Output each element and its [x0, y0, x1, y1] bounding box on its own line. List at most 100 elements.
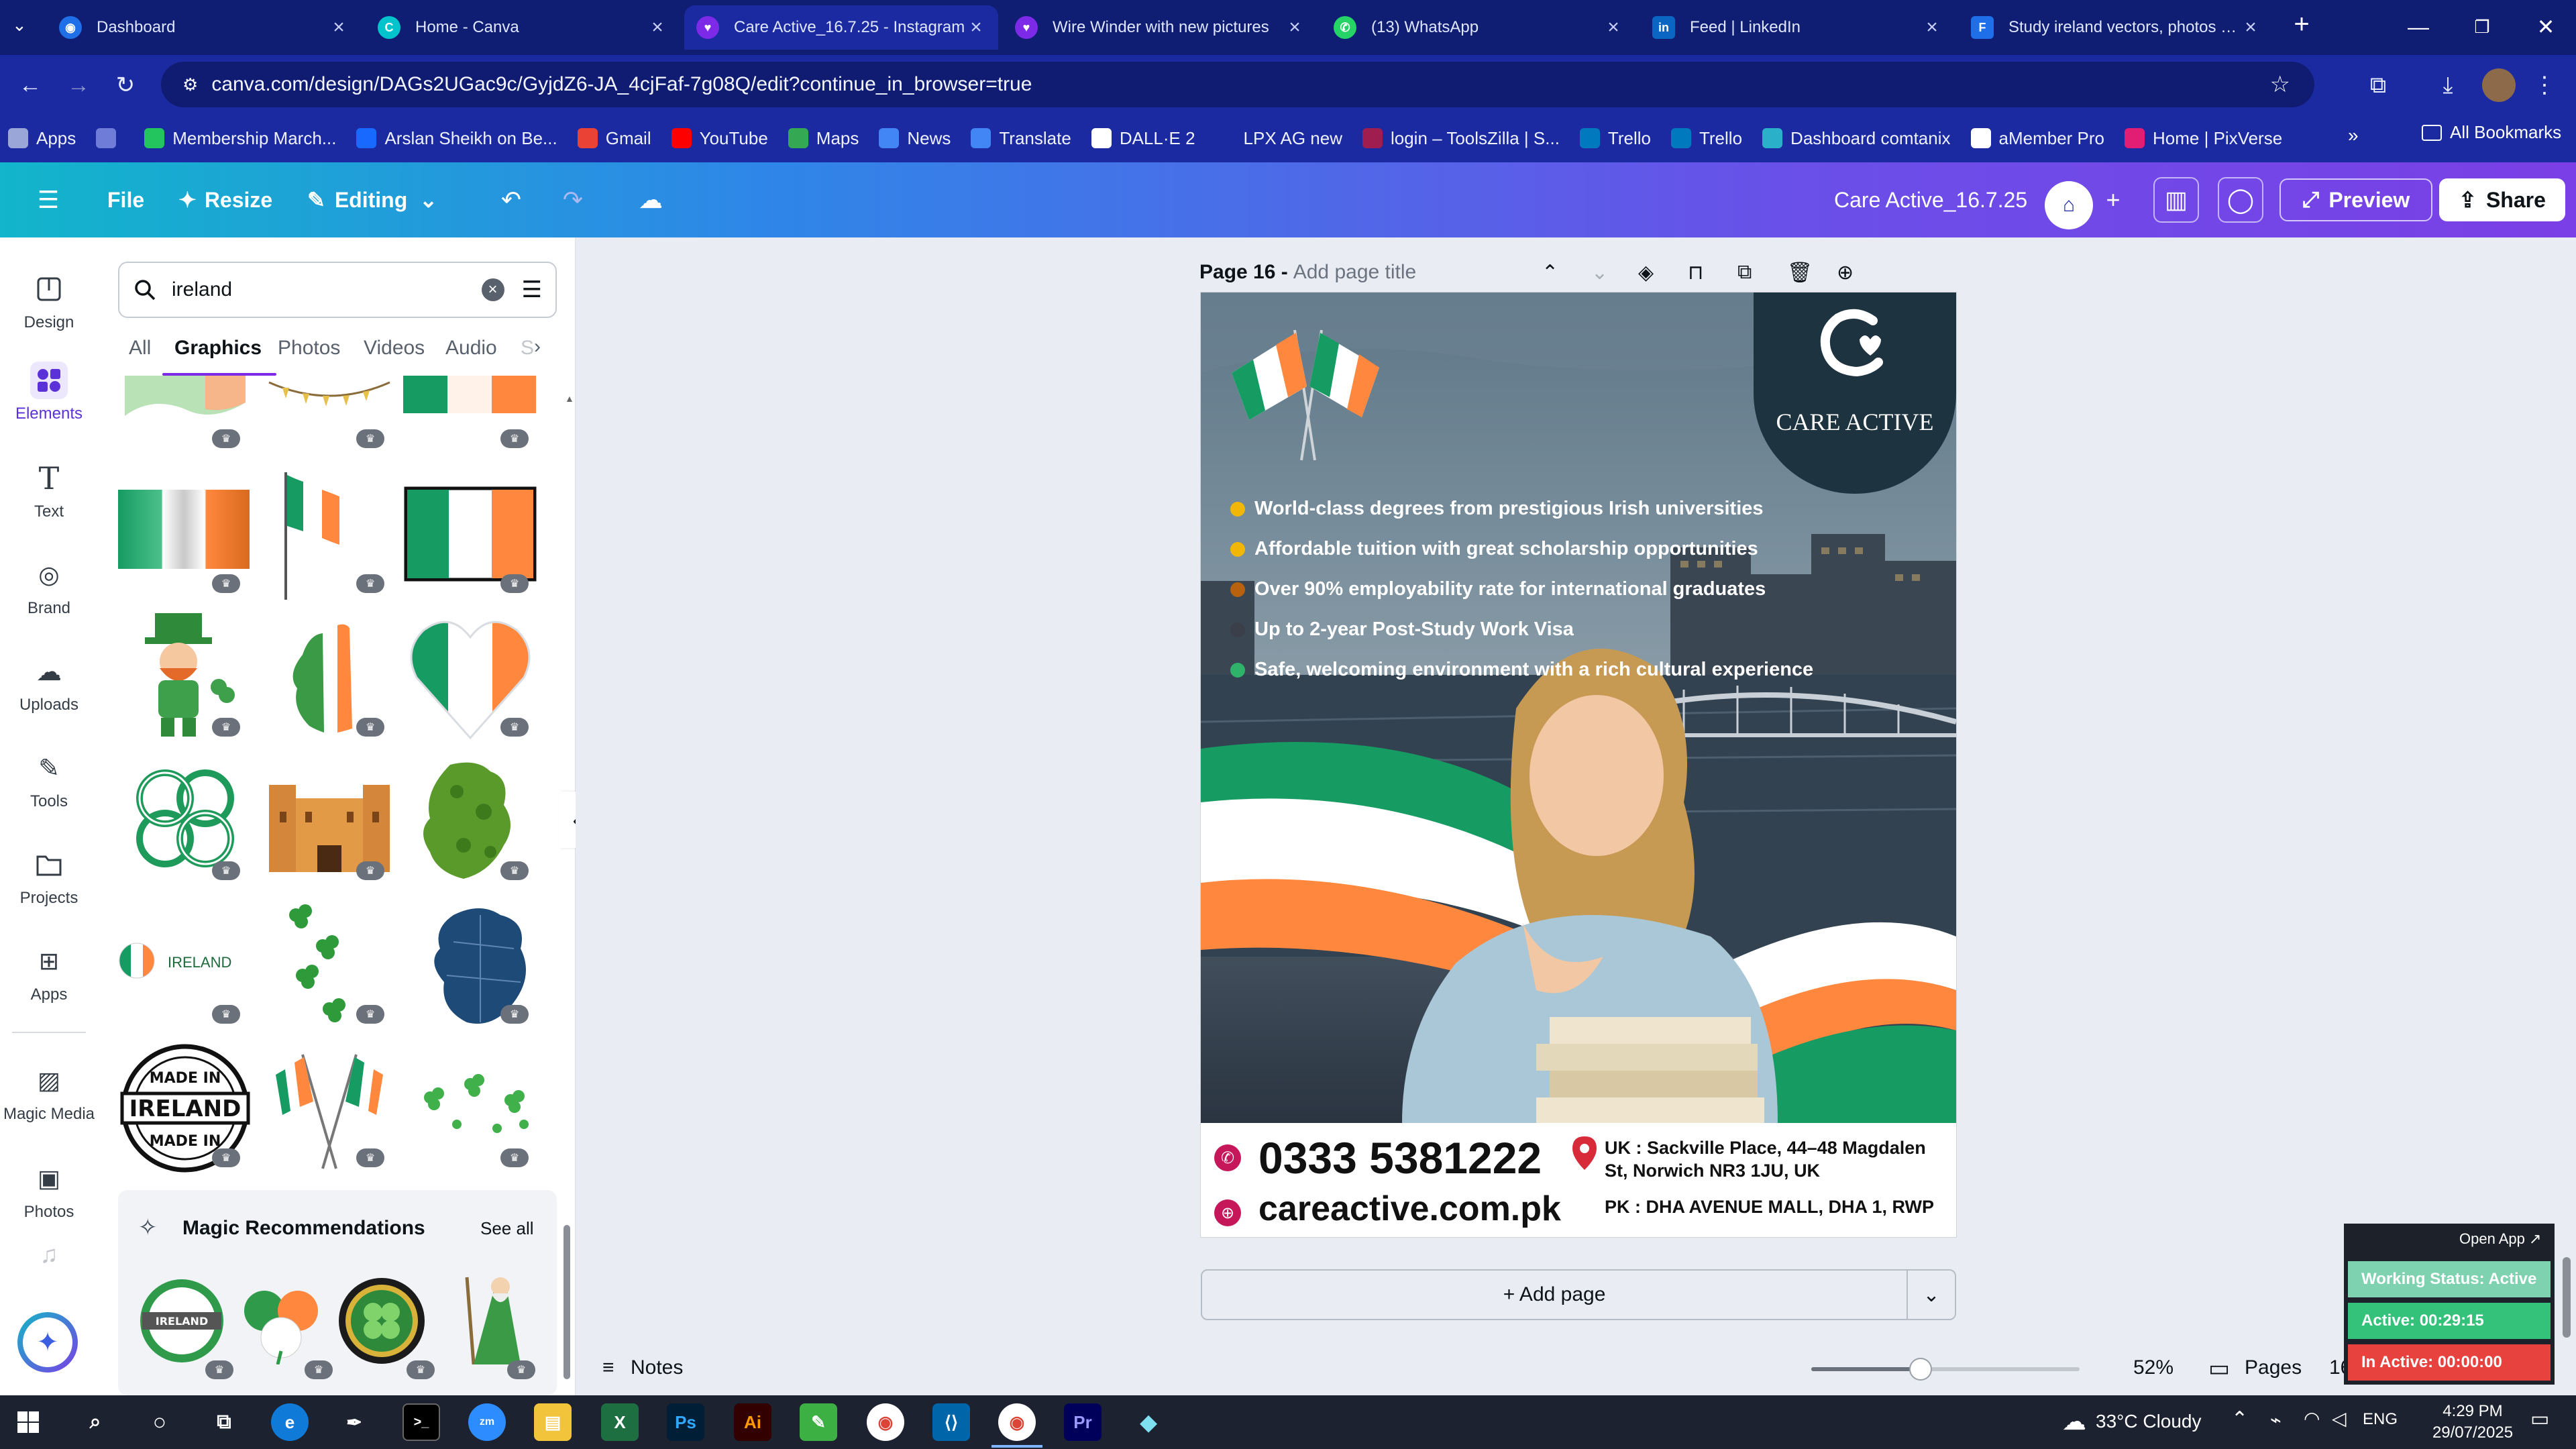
bookmark-item[interactable]: Apps	[8, 128, 76, 149]
pk-address[interactable]: PK : DHA AVENUE MALL, DHA 1, RWP	[1605, 1197, 1934, 1218]
bookmark-item[interactable]: DALL·E 2	[1091, 128, 1195, 149]
see-all-link[interactable]: See all	[480, 1218, 534, 1239]
vscode-icon[interactable]: ⟨⟩	[932, 1403, 970, 1441]
lock-page-icon[interactable]: ⊓	[1688, 261, 1703, 284]
close-window-icon[interactable]: ✕	[2516, 7, 2576, 47]
restore-icon[interactable]: ❐	[2452, 7, 2512, 47]
comment-icon[interactable]: ◯	[2218, 177, 2263, 223]
scroll-up-icon[interactable]: ▲	[565, 393, 574, 404]
bookmark-item[interactable]: Home | PixVerse	[2125, 128, 2282, 149]
bookmark-item[interactable]: Dashboard comtanix	[1762, 128, 1951, 149]
undo-icon[interactable]: ↶	[488, 177, 534, 223]
add-people-icon[interactable]: +	[2090, 177, 2136, 223]
photoshop-icon[interactable]: Ps	[667, 1403, 704, 1441]
close-tab-icon[interactable]: ×	[966, 16, 986, 39]
close-tab-icon[interactable]: ×	[329, 16, 349, 39]
notifications-icon[interactable]: ▭	[2530, 1407, 2549, 1431]
green-app-icon[interactable]: ✎	[800, 1403, 837, 1441]
windows-start-icon[interactable]	[9, 1403, 47, 1441]
tab-audio[interactable]: Audio	[445, 337, 497, 360]
add-page-options-chevron-icon[interactable]: ⌄	[1908, 1283, 1955, 1307]
new-tab-icon[interactable]: +	[2284, 9, 2320, 46]
browser-tab-linkedin[interactable]: in Feed | LinkedIn ×	[1640, 5, 1954, 50]
bookmarks-overflow-icon[interactable]: »	[2348, 125, 2359, 146]
address-bar[interactable]: ⚙ canva.com/design/DAGs2UGac9c/GyjdZ6-JA…	[161, 62, 2314, 107]
hide-page-icon[interactable]: ◈	[1638, 261, 1654, 284]
language-indicator[interactable]: ENG	[2363, 1410, 2398, 1429]
browser-tab-study-ireland[interactable]: F Study ireland vectors, photos and ×	[1959, 5, 2273, 50]
bookmark-item[interactable]: login – ToolsZilla | S...	[1362, 128, 1560, 149]
chrome-icon[interactable]: ◉	[867, 1403, 904, 1441]
zoom-slider[interactable]	[1811, 1358, 2080, 1381]
canva-ai-button[interactable]: ✦	[17, 1312, 78, 1373]
rail-brand[interactable]: ◎ Brand	[0, 543, 98, 631]
bookmark-item[interactable]: Translate	[971, 128, 1071, 149]
graphic-bunting-partial[interactable]	[262, 376, 396, 429]
panel-scrollbar-thumb[interactable]	[564, 1225, 570, 1379]
file-explorer-icon[interactable]: ▤	[534, 1403, 572, 1441]
open-app-link[interactable]: Open App ↗	[2459, 1230, 2541, 1248]
clock[interactable]: 4:29 PM 29/07/2025	[2426, 1401, 2520, 1444]
graphic-irish-flag-bordered[interactable]	[403, 486, 537, 620]
benefit-bullet-3[interactable]: Over 90% employability rate for internat…	[1230, 578, 1766, 600]
design-title[interactable]: Care Active_16.7.25	[1834, 178, 2027, 221]
browser-tab-whatsapp[interactable]: ✆ (13) WhatsApp ×	[1322, 5, 1635, 50]
recommendation-shamrock-flag[interactable]	[237, 1277, 325, 1364]
filter-sliders-icon[interactable]: ☰	[522, 276, 542, 303]
zoom-percentage[interactable]: 52%	[2133, 1356, 2174, 1379]
panel-scrollbar[interactable]: ▲	[562, 386, 574, 1391]
site-info-icon[interactable]: ⚙	[182, 74, 198, 95]
downloads-icon[interactable]: ⤓	[2430, 67, 2466, 103]
weather-widget[interactable]: ☁ 33°C Cloudy	[2062, 1407, 2202, 1436]
tab-videos[interactable]: Videos	[364, 337, 425, 360]
benefit-bullet-5[interactable]: Safe, welcoming environment with a rich …	[1230, 659, 1813, 681]
cloud-save-icon[interactable]: ☁	[628, 177, 674, 223]
file-menu-button[interactable]: File	[107, 178, 144, 221]
page-title-input[interactable]: Add page title	[1293, 261, 1416, 284]
uk-address[interactable]: UK : Sackville Place, 44–48 Magdalen St,…	[1605, 1136, 1940, 1182]
close-tab-icon[interactable]: ×	[1285, 16, 1305, 39]
recommendation-saint-patrick[interactable]	[447, 1271, 534, 1364]
rail-audio[interactable]: ♫	[0, 1230, 98, 1284]
move-page-up-icon[interactable]: ⌃	[1542, 261, 1558, 284]
team-avatar[interactable]: ⌂	[2045, 181, 2093, 229]
rail-uploads[interactable]: ☁ Uploads	[0, 640, 98, 727]
brand-logo-badge[interactable]: CARE ACTIVE	[1754, 292, 1956, 494]
add-page-button[interactable]: + Add page ⌄	[1201, 1269, 1956, 1320]
graphic-irish-flag-partial[interactable]	[403, 376, 537, 429]
browser-tab-wire-winder[interactable]: ♥ Wire Winder with new pictures ×	[1003, 5, 1317, 50]
graphic-irish-flag-gradient[interactable]	[118, 480, 252, 614]
zoom-app-icon[interactable]: zm	[468, 1403, 506, 1441]
browser-tab-canva-home[interactable]: C Home - Canva ×	[366, 5, 680, 50]
reload-icon[interactable]: ↻	[107, 67, 144, 103]
illustrator-icon[interactable]: Ai	[734, 1403, 771, 1441]
workspace-scrollbar-thumb[interactable]	[2563, 1257, 2571, 1338]
bookmark-item[interactable]: YouTube	[671, 128, 768, 149]
bookmark-item[interactable]: Maps	[788, 128, 859, 149]
bookmark-item[interactable]: Membership March...	[144, 128, 336, 149]
resize-button[interactable]: ✦ Resize	[178, 178, 272, 221]
forward-icon[interactable]: →	[60, 67, 97, 103]
rail-magic-media[interactable]: ▨ Magic Media	[0, 1049, 98, 1136]
notes-button[interactable]: Notes	[631, 1356, 683, 1379]
pages-grid-icon[interactable]: ▭	[2208, 1355, 2230, 1382]
insights-chart-icon[interactable]: ▥	[2153, 177, 2199, 223]
rail-photos[interactable]: ▣ Photos	[0, 1147, 98, 1234]
premiere-icon[interactable]: Pr	[1064, 1403, 1102, 1441]
benefit-bullet-4[interactable]: Up to 2-year Post-Study Work Visa	[1230, 619, 1574, 641]
bookmark-item[interactable]: Arslan Sheikh on Be...	[356, 128, 557, 149]
bookmark-item[interactable]: Trello	[1579, 128, 1651, 149]
bookmark-item[interactable]: LPX AG new	[1215, 128, 1342, 149]
bookmark-item[interactable]: Gmail	[577, 128, 651, 149]
bookmark-item[interactable]: Trello	[1670, 128, 1742, 149]
close-tab-icon[interactable]: ×	[1603, 16, 1623, 39]
tray-chevron-up-icon[interactable]: ⌃	[2231, 1407, 2248, 1431]
all-bookmarks-button[interactable]: All Bookmarks	[2422, 122, 2561, 143]
share-button[interactable]: ⇪ Share	[2439, 178, 2565, 221]
preview-button[interactable]: ⤢ Preview	[2279, 178, 2432, 221]
close-tab-icon[interactable]: ×	[647, 16, 667, 39]
move-page-down-icon[interactable]: ⌄	[1591, 261, 1608, 284]
excel-icon[interactable]: X	[601, 1403, 639, 1441]
tab-photos[interactable]: Photos	[278, 337, 340, 360]
task-view-icon[interactable]: ⧉	[205, 1403, 243, 1441]
